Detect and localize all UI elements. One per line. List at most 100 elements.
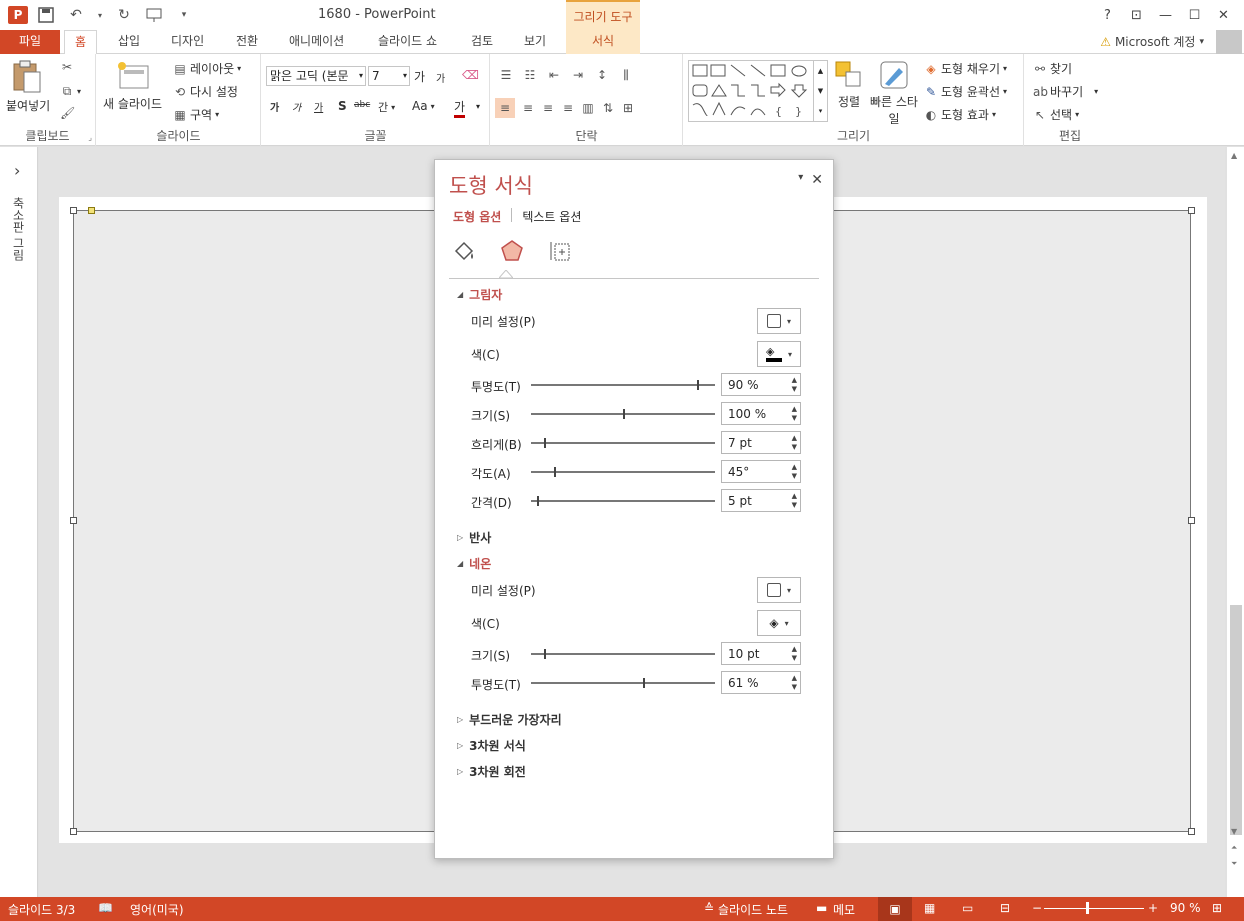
align-center-icon[interactable]: ≡ bbox=[521, 101, 535, 115]
size-properties-icon[interactable] bbox=[547, 238, 573, 264]
quick-styles-button[interactable]: 빠른 스타일 bbox=[870, 60, 918, 127]
normal-view-icon[interactable]: ▣ bbox=[878, 897, 912, 921]
notes-button[interactable]: 슬라이드 노트 bbox=[718, 901, 788, 918]
columns-icon[interactable]: ⫼ bbox=[619, 68, 633, 82]
resize-handle-w[interactable] bbox=[70, 517, 77, 524]
resize-handle-se[interactable] bbox=[1188, 828, 1195, 835]
resize-handle-nw[interactable] bbox=[70, 207, 77, 214]
pane-options-dropdown-icon[interactable]: ▾ bbox=[798, 172, 803, 188]
zoom-slider[interactable] bbox=[1044, 908, 1144, 909]
glow-transparency-spinner[interactable]: 61 % ▲ ▼ bbox=[721, 671, 801, 694]
shadow-button[interactable]: S bbox=[338, 99, 347, 113]
shadow-angle-spinner[interactable]: 45° ▲ ▼ bbox=[721, 460, 801, 483]
glow-preset-dropdown[interactable]: ▾ bbox=[757, 577, 801, 603]
comments-button[interactable]: 메모 bbox=[833, 901, 855, 918]
spinner-arrows-icon[interactable]: ▲ ▼ bbox=[792, 376, 797, 394]
tab-review[interactable]: 검토 bbox=[471, 30, 493, 54]
tab-design[interactable]: 디자인 bbox=[171, 30, 204, 54]
grow-font-button[interactable]: 가 bbox=[414, 68, 425, 85]
shapes-gallery[interactable]: { } ▲ ▼ ▾ bbox=[688, 60, 828, 122]
distributed-icon[interactable]: ▥ bbox=[581, 101, 595, 115]
slider-knob[interactable] bbox=[554, 467, 556, 477]
format-painter-button[interactable]: 🖌 bbox=[60, 106, 75, 120]
save-icon[interactable] bbox=[36, 5, 56, 25]
bullets-icon[interactable]: ☰ bbox=[499, 68, 513, 82]
ribbon-display-options-button[interactable]: ⊡ bbox=[1122, 4, 1151, 26]
font-size-combo[interactable]: 7 ▾ bbox=[368, 66, 410, 86]
replace-button[interactable]: ab 바꾸기 ▾ bbox=[1033, 83, 1098, 100]
slider-knob[interactable] bbox=[536, 496, 539, 506]
tab-view[interactable]: 보기 bbox=[524, 30, 546, 54]
strikethrough-button[interactable]: abc bbox=[354, 100, 370, 110]
reset-button[interactable]: ⟲ 다시 설정 bbox=[173, 83, 238, 100]
align-left-icon[interactable]: ≡ bbox=[495, 98, 515, 118]
italic-button[interactable]: 가 bbox=[292, 99, 301, 114]
scroll-thumb[interactable] bbox=[1230, 605, 1242, 835]
help-button[interactable]: ? bbox=[1093, 4, 1122, 26]
language-indicator[interactable]: 영어(미국) bbox=[130, 901, 184, 918]
section-reflection[interactable]: ▷ 반사 bbox=[457, 529, 491, 546]
glow-transparency-slider[interactable] bbox=[531, 678, 715, 688]
spinner-arrows-icon[interactable]: ▲ ▼ bbox=[792, 434, 797, 452]
shape-effects-button[interactable]: ◐ 도형 효과 ▾ bbox=[924, 106, 996, 123]
shadow-blur-spinner[interactable]: 7 pt ▲ ▼ bbox=[721, 431, 801, 454]
fit-slide-icon[interactable]: ⊞ bbox=[1212, 901, 1222, 915]
font-name-combo[interactable]: 맑은 고딕 (본문 ▾ bbox=[266, 66, 366, 86]
shape-outline-button[interactable]: ✎ 도형 윤곽선 ▾ bbox=[924, 83, 1007, 100]
font-color-button[interactable]: 가 bbox=[454, 98, 466, 118]
resize-handle-sw[interactable] bbox=[70, 828, 77, 835]
resize-handle-ne[interactable] bbox=[1188, 207, 1195, 214]
redo-icon[interactable]: ↻ bbox=[114, 5, 134, 25]
new-slide-button[interactable]: 새 슬라이드 bbox=[103, 60, 162, 112]
shadow-size-slider[interactable] bbox=[531, 409, 715, 419]
dialog-launcher-icon[interactable]: ⌟ bbox=[88, 133, 92, 142]
slider-knob[interactable] bbox=[543, 649, 546, 659]
tab-insert[interactable]: 삽입 bbox=[118, 30, 140, 54]
thumbnail-pane-label[interactable]: 축소판 그림 bbox=[10, 197, 27, 261]
align-right-icon[interactable]: ≡ bbox=[541, 101, 555, 115]
shadow-distance-slider[interactable] bbox=[531, 496, 715, 506]
shadow-transparency-slider[interactable] bbox=[531, 380, 715, 390]
tab-shape-options[interactable]: 도형 옵션 bbox=[453, 208, 501, 225]
char-spacing-button[interactable]: 간 ▾ bbox=[378, 99, 395, 115]
shadow-size-spinner[interactable]: 100 % ▲ ▼ bbox=[721, 402, 801, 425]
scroll-down-icon[interactable]: ▼ bbox=[1231, 827, 1237, 836]
vertical-scrollbar[interactable]: ▲ ▼ ⏶ ⏷ bbox=[1226, 147, 1244, 897]
close-pane-icon[interactable]: ✕ bbox=[811, 172, 823, 188]
presentation-icon[interactable] bbox=[144, 5, 164, 25]
shrink-font-button[interactable]: 가 bbox=[436, 70, 445, 85]
spinner-arrows-icon[interactable]: ▲ ▼ bbox=[792, 645, 797, 663]
section-soft-edges[interactable]: ▷ 부드러운 가장자리 bbox=[457, 711, 562, 728]
spinner-arrows-icon[interactable]: ▲ ▼ bbox=[792, 405, 797, 423]
section-button[interactable]: ▦ 구역 ▾ bbox=[173, 106, 219, 123]
tab-animations[interactable]: 애니메이션 bbox=[289, 30, 344, 54]
undo-dropdown-icon[interactable]: ▾ bbox=[96, 5, 104, 25]
clear-format-button[interactable]: ⌫ bbox=[462, 68, 479, 82]
section-3d-rotation[interactable]: ▷ 3차원 회전 bbox=[457, 763, 526, 780]
shadow-angle-slider[interactable] bbox=[531, 467, 715, 477]
find-button[interactable]: ⚯ 찾기 bbox=[1033, 60, 1072, 77]
spinner-arrows-icon[interactable]: ▲ ▼ bbox=[792, 463, 797, 481]
glow-size-spinner[interactable]: 10 pt ▲ ▼ bbox=[721, 642, 801, 665]
tab-file[interactable]: 파일 bbox=[0, 30, 60, 54]
tab-format[interactable]: 서식 bbox=[566, 30, 640, 54]
adjust-handle[interactable] bbox=[88, 207, 95, 214]
effects-pentagon-icon[interactable] bbox=[499, 238, 525, 264]
tab-transitions[interactable]: 전환 bbox=[236, 30, 258, 54]
maximize-button[interactable]: ☐ bbox=[1180, 4, 1209, 26]
glow-color-dropdown[interactable]: ◈ ▾ bbox=[757, 610, 801, 636]
expand-chevron-icon[interactable]: › bbox=[14, 161, 20, 180]
undo-icon[interactable]: ↶ bbox=[66, 5, 86, 25]
close-button[interactable]: ✕ bbox=[1209, 4, 1238, 26]
bold-button[interactable]: 가 bbox=[270, 99, 279, 114]
slide-sorter-icon[interactable]: ▦ bbox=[924, 901, 935, 915]
section-glow[interactable]: ◢ 네온 bbox=[457, 555, 491, 572]
zoom-level[interactable]: 90 % bbox=[1170, 901, 1201, 915]
slider-knob[interactable] bbox=[643, 678, 646, 688]
justify-icon[interactable]: ≡ bbox=[561, 101, 575, 115]
tab-text-options[interactable]: 텍스트 옵션 bbox=[522, 208, 581, 225]
increase-indent-icon[interactable]: ⇥ bbox=[571, 68, 585, 82]
shape-fill-button[interactable]: ◈ 도형 채우기 ▾ bbox=[924, 60, 1007, 77]
tab-slideshow[interactable]: 슬라이드 쇼 bbox=[378, 30, 437, 54]
slideshow-view-icon[interactable]: ⊟ bbox=[1000, 901, 1010, 915]
